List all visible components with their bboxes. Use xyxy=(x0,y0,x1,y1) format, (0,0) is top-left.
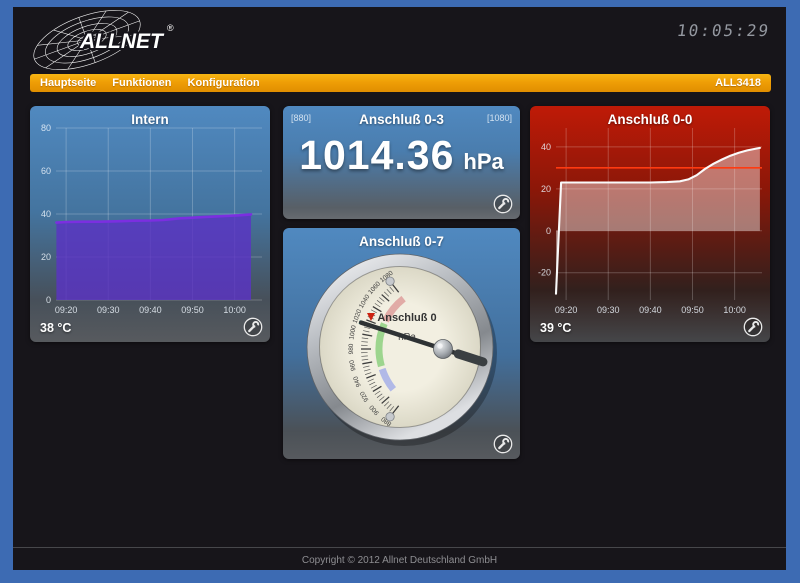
settings-wrench-button[interactable] xyxy=(743,317,763,337)
svg-text:09:50: 09:50 xyxy=(181,305,204,315)
svg-text:09:40: 09:40 xyxy=(139,305,162,315)
panel-anschluss-0-7: 88090092094096098010001020104010601080An… xyxy=(283,228,520,459)
svg-text:980: 980 xyxy=(348,343,355,354)
svg-text:40: 40 xyxy=(41,209,51,219)
browser-viewport: { "clock": { "time": "10:05:29" }, "bran… xyxy=(0,0,800,583)
pressure-value: 1014.36 xyxy=(299,132,454,179)
svg-text:0: 0 xyxy=(46,295,51,305)
panel-title: Intern xyxy=(30,106,270,127)
registered-mark: ® xyxy=(167,23,174,33)
settings-wrench-button[interactable] xyxy=(243,317,263,337)
panel-anschluss-0-3: [880] Anschluß 0-3 [1080] 1014.36 hPa xyxy=(283,106,520,219)
panel-title: Anschluß 0-0 xyxy=(530,106,770,127)
svg-text:09:40: 09:40 xyxy=(639,305,662,315)
svg-text:20: 20 xyxy=(541,184,551,194)
svg-text:09:20: 09:20 xyxy=(55,305,78,315)
page-frame: ALLNET ® 10:05:29 Hauptseite Funktionen … xyxy=(13,7,786,570)
pressure-unit: hPa xyxy=(463,149,503,175)
panel-title: Anschluß 0-3 xyxy=(283,106,520,127)
wrench-icon xyxy=(494,435,511,452)
svg-text:10:00: 10:00 xyxy=(223,305,246,315)
svg-text:09:50: 09:50 xyxy=(681,305,704,315)
range-max-label: [1080] xyxy=(487,113,512,123)
panel-anschluss-0-0: -20 0 20 40 09:20 09:30 09:40 09:50 10:00 Anschl… xyxy=(530,106,770,342)
wrench-icon xyxy=(244,318,261,335)
settings-wrench-button[interactable] xyxy=(493,194,513,214)
svg-text:10:00: 10:00 xyxy=(723,305,746,315)
svg-text:-20: -20 xyxy=(538,268,551,278)
settings-wrench-button[interactable] xyxy=(493,434,513,454)
copyright-text: Copyright © 2012 Allnet Deutschland GmbH xyxy=(13,555,786,566)
device-model-label: ALL3418 xyxy=(715,77,761,89)
allnet-logo: ALLNET ® xyxy=(27,9,177,73)
svg-text:20: 20 xyxy=(41,252,51,262)
intern-temperature-chart: 02040608009:2009:3009:4009:5010:00 xyxy=(30,106,270,342)
main-nav: Hauptseite Funktionen Konfiguration ALL3… xyxy=(30,74,771,92)
panel-intern: 02040608009:2009:3009:4009:5010:00 Inter… xyxy=(30,106,270,342)
current-temperature: 39 °C xyxy=(540,321,571,335)
nav-item-konfiguration[interactable]: Konfiguration xyxy=(188,77,260,89)
logo-wordmark: ALLNET xyxy=(79,30,165,53)
svg-text:0: 0 xyxy=(546,226,551,236)
panel-title: Anschluß 0-7 xyxy=(283,228,520,249)
svg-text:09:30: 09:30 xyxy=(97,305,120,315)
wrench-icon xyxy=(494,195,511,212)
footer: Copyright © 2012 Allnet Deutschland GmbH xyxy=(13,547,786,566)
svg-text:60: 60 xyxy=(41,166,51,176)
port-temperature-chart: -20 0 20 40 09:20 09:30 09:40 09:50 10:00 xyxy=(530,106,770,342)
pressure-readout: 1014.36 hPa xyxy=(283,132,520,179)
svg-text:09:20: 09:20 xyxy=(555,305,578,315)
svg-text:40: 40 xyxy=(541,142,551,152)
clock-display: 10:05:29 xyxy=(676,21,772,40)
nav-item-funktionen[interactable]: Funktionen xyxy=(112,77,171,89)
wrench-icon xyxy=(744,318,761,335)
svg-text:Anschluß 0: Anschluß 0 xyxy=(377,312,436,324)
svg-text:09:30: 09:30 xyxy=(597,305,620,315)
nav-item-hauptseite[interactable]: Hauptseite xyxy=(40,77,96,89)
pressure-gauge: 88090092094096098010001020104010601080An… xyxy=(283,228,520,459)
current-temperature: 38 °C xyxy=(40,321,71,335)
